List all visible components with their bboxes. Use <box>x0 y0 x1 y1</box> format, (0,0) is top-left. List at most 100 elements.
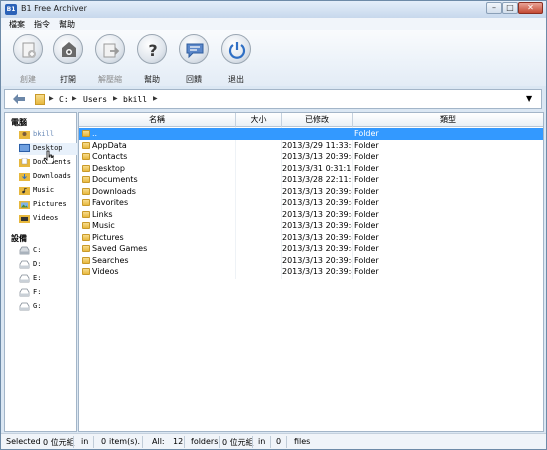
back-arrow-icon[interactable] <box>11 92 27 106</box>
music-icon <box>19 187 30 195</box>
drive-icon <box>19 288 30 297</box>
feedback-button[interactable]: 回饋 <box>173 32 215 85</box>
cell-modified: 2013/3/13 20:39:48 <box>282 244 352 253</box>
cell-modified <box>282 128 352 140</box>
computer-heading: 電腦 <box>11 118 27 127</box>
sidebar-item-videos[interactable]: Videos <box>19 213 77 225</box>
cell-name: Saved Games <box>92 244 148 253</box>
sidebar-item-bkill[interactable]: bkill <box>19 129 77 141</box>
help-icon: ? <box>137 34 167 64</box>
table-row[interactable]: Contacts 2013/3/13 20:39:48Folder <box>79 151 543 163</box>
cell-name: Music <box>92 221 115 230</box>
menu-commands[interactable]: 指令 <box>34 19 50 30</box>
sidebar-item-drive-c[interactable]: C: <box>19 245 77 257</box>
downloads-icon <box>19 173 30 181</box>
menu-file[interactable]: 檔案 <box>9 19 25 30</box>
cell-type: Folder <box>354 232 379 242</box>
create-button[interactable]: 創建 <box>7 32 49 85</box>
menu-help[interactable]: 幫助 <box>59 19 75 30</box>
app-window: B1 B1 Free Archiver – □ ✕ 檔案 指令 幫助 創建 打開… <box>0 0 547 450</box>
desktop-icon <box>19 144 30 152</box>
help-button[interactable]: ? 幫助 <box>131 32 173 85</box>
cell-type: Folder <box>354 221 379 230</box>
cell-size <box>236 255 281 267</box>
column-header-name[interactable]: 名稱 <box>79 113 236 127</box>
cell-name: Documents <box>92 175 138 184</box>
column-header-size[interactable]: 大小 <box>236 113 282 127</box>
table-row[interactable]: Videos 2013/3/13 20:39:48Folder <box>79 266 543 278</box>
table-row[interactable]: AppData 2013/3/29 11:33:05Folder <box>79 140 543 152</box>
hand-cursor-icon <box>43 150 54 164</box>
table-row[interactable]: .. Folder <box>79 128 543 140</box>
status-divider <box>184 436 185 448</box>
cell-type: Folder <box>354 175 379 184</box>
cell-size <box>236 243 281 255</box>
drive-icon <box>19 274 30 283</box>
cell-size <box>236 186 281 198</box>
status-all-count: 12 <box>173 437 184 446</box>
drive-icon <box>19 260 30 269</box>
sidebar-item-drive-e[interactable]: E: <box>19 273 77 285</box>
cell-name: Desktop <box>92 163 125 173</box>
cell-name: Searches <box>92 255 129 265</box>
table-row[interactable]: Music 2013/3/13 20:39:48Folder <box>79 220 543 232</box>
address-bar[interactable]: ▶ C: ▶ Users ▶ bkill ▶ ▼ <box>4 89 542 109</box>
toolbar: 創建 打開 解壓縮 ? 幫助 回饋 退出 <box>1 30 546 86</box>
open-archive-icon <box>53 34 83 64</box>
column-header-type[interactable]: 類型 <box>353 113 543 127</box>
column-header-modified[interactable]: 已修改 <box>282 113 353 127</box>
table-row[interactable]: Desktop 2013/3/31 0:31:13 Folder <box>79 163 543 175</box>
cell-type: Folder <box>354 244 379 253</box>
window-title: B1 Free Archiver <box>21 4 87 13</box>
file-list: 名稱 大小 已修改 類型 .. Folder AppData 2013/3/29 11… <box>78 112 544 432</box>
table-row[interactable]: Documents 2013/3/28 22:11:22Folder <box>79 174 543 186</box>
cell-name: Favorites <box>92 198 129 207</box>
breadcrumb-users[interactable]: Users <box>83 95 107 104</box>
feedback-label: 回饋 <box>186 75 202 84</box>
status-folders-label: folders <box>191 437 219 446</box>
power-icon <box>221 34 251 64</box>
cell-modified: 2013/3/13 20:39:48 <box>282 267 352 276</box>
close-button[interactable]: ✕ <box>518 2 543 14</box>
sidebar-item-drive-g[interactable]: G: <box>19 301 77 313</box>
table-row[interactable]: Searches 2013/3/13 20:39:48Folder <box>79 255 543 267</box>
svg-text:?: ? <box>148 41 157 60</box>
sidebar: 電腦 bkill Desktop Documents Downloads Mus… <box>4 112 77 432</box>
minimize-button[interactable]: – <box>486 2 502 14</box>
status-divider <box>252 436 253 448</box>
sidebar-item-drive-f[interactable]: F: <box>19 287 77 299</box>
status-selected-size: 0 位元組 <box>43 438 75 447</box>
table-row[interactable]: Downloads 2013/3/13 20:39:48Folder <box>79 186 543 198</box>
cell-modified: 2013/3/31 0:31:13 <box>282 163 352 173</box>
sidebar-item-music[interactable]: Music <box>19 185 77 197</box>
exit-button[interactable]: 退出 <box>215 32 257 85</box>
sidebar-item-downloads[interactable]: Downloads <box>19 171 77 183</box>
sidebar-item-label: bkill <box>33 130 55 138</box>
open-button[interactable]: 打開 <box>47 32 89 85</box>
status-all-size: 0 位元組 <box>222 438 254 447</box>
status-divider <box>142 436 143 448</box>
status-divider <box>219 436 220 448</box>
table-row[interactable]: Favorites 2013/3/13 20:39:48Folder <box>79 197 543 209</box>
cell-name: Contacts <box>92 152 128 161</box>
open-label: 打開 <box>60 75 76 84</box>
cell-size <box>236 220 281 232</box>
sidebar-item-label: Music <box>33 186 55 194</box>
cell-modified: 2013/3/29 11:33:05 <box>282 140 352 150</box>
sidebar-item-label: E: <box>33 274 42 282</box>
chevron-down-icon[interactable]: ▼ <box>526 94 532 103</box>
maximize-button[interactable]: □ <box>502 2 518 14</box>
cell-modified: 2013/3/13 20:39:48 <box>282 232 352 242</box>
extract-button[interactable]: 解壓縮 <box>89 32 131 85</box>
breadcrumb-drive[interactable]: C: <box>59 95 69 104</box>
status-in-label-2: in <box>258 437 266 446</box>
table-row[interactable]: Links 2013/3/13 20:39:48Folder <box>79 209 543 221</box>
cell-modified: 2013/3/13 20:39:48 <box>282 209 352 219</box>
sidebar-item-drive-d[interactable]: D: <box>19 259 77 271</box>
sidebar-item-pictures[interactable]: Pictures <box>19 199 77 211</box>
table-row[interactable]: Saved Games 2013/3/13 20:39:48Folder <box>79 243 543 255</box>
cell-modified: 2013/3/28 22:11:22 <box>282 175 352 184</box>
breadcrumb-bkill[interactable]: bkill <box>123 95 147 104</box>
cell-modified: 2013/3/13 20:39:48 <box>282 255 352 265</box>
table-row[interactable]: Pictures 2013/3/13 20:39:48Folder <box>79 232 543 244</box>
